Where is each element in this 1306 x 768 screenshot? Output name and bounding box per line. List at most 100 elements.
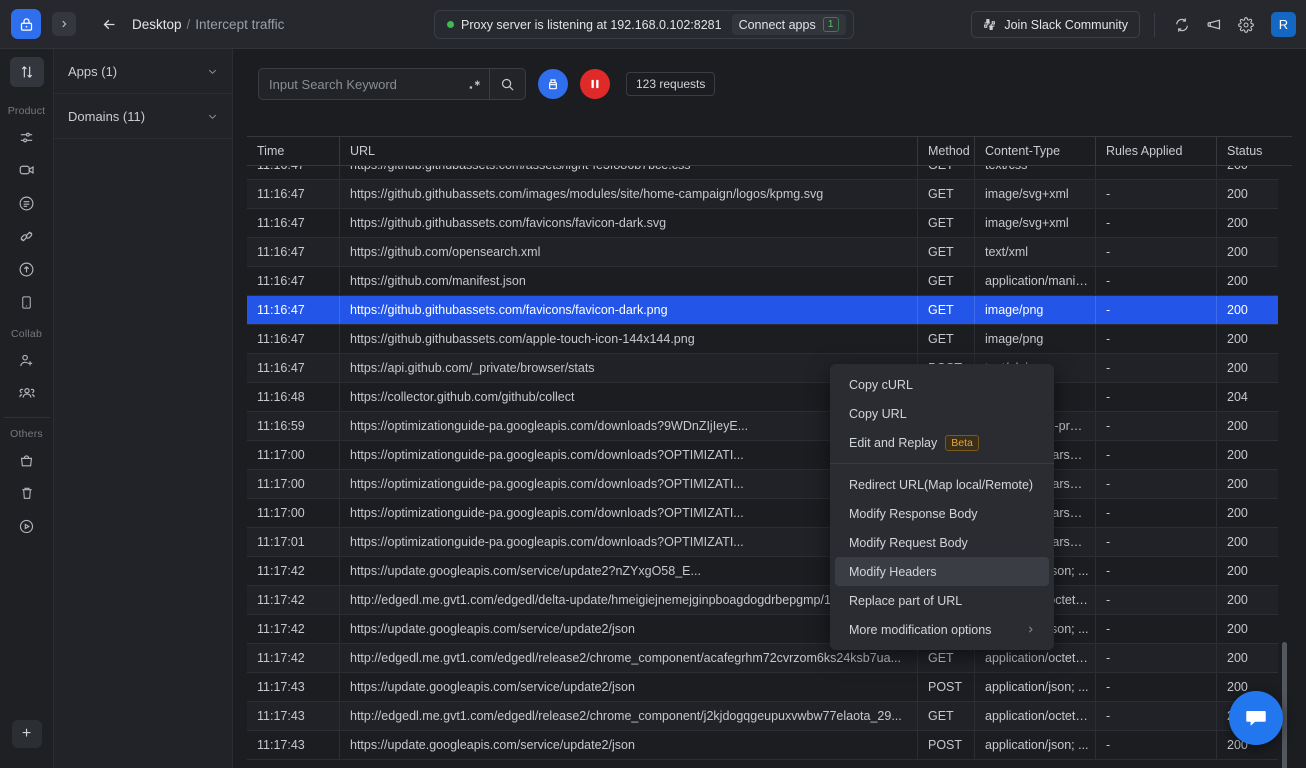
plug-icon[interactable] bbox=[10, 221, 44, 251]
cell-status: 200 bbox=[1217, 412, 1278, 440]
cell-method: GET bbox=[918, 238, 975, 266]
search-box[interactable] bbox=[258, 68, 526, 100]
menu-item-modify-headers[interactable]: Modify Headers bbox=[835, 557, 1049, 586]
cell-content-type: image/png bbox=[975, 296, 1096, 324]
chevron-down-icon[interactable] bbox=[207, 66, 218, 77]
table-row[interactable]: 11:17:43https://update.googleapis.com/se… bbox=[247, 673, 1278, 702]
table-row[interactable]: 11:17:00https://optimizationguide-pa.goo… bbox=[247, 499, 1278, 528]
cell-method: GET bbox=[918, 180, 975, 208]
play-circle-icon[interactable] bbox=[10, 511, 44, 541]
bag-icon[interactable] bbox=[10, 445, 44, 475]
table-row[interactable]: 11:16:47https://api.github.com/_private/… bbox=[247, 354, 1278, 383]
table-row[interactable]: 11:17:42http://edgedl.me.gvt1.com/edgedl… bbox=[247, 586, 1278, 615]
gear-icon[interactable] bbox=[1233, 12, 1259, 38]
table-row[interactable]: 11:16:47https://github.com/manifest.json… bbox=[247, 267, 1278, 296]
arrow-left-icon[interactable] bbox=[98, 13, 120, 35]
table-row[interactable]: 11:16:48https://collector.github.com/git… bbox=[247, 383, 1278, 412]
column-header-url[interactable]: URL bbox=[340, 137, 918, 165]
rail-group-label-collab: Collab bbox=[0, 328, 53, 340]
table-row[interactable]: 11:16:47https://github.com/opensearch.xm… bbox=[247, 238, 1278, 267]
add-button[interactable]: + bbox=[12, 720, 42, 748]
filter-panel: Apps (1) Domains (11) bbox=[54, 49, 233, 768]
table-row[interactable]: 11:16:59https://optimizationguide-pa.goo… bbox=[247, 412, 1278, 441]
users-group-icon[interactable] bbox=[10, 378, 44, 408]
search-input[interactable] bbox=[259, 77, 465, 92]
connect-apps-button[interactable]: Connect apps 1 bbox=[732, 14, 846, 35]
chevron-right-icon[interactable] bbox=[52, 12, 76, 36]
trash-icon[interactable] bbox=[10, 478, 44, 508]
cell-rules-applied: - bbox=[1096, 209, 1217, 237]
filter-apps[interactable]: Apps (1) bbox=[54, 49, 232, 94]
menu-item-copy-url[interactable]: Copy URL bbox=[835, 399, 1049, 428]
table-row[interactable]: 11:17:43https://update.googleapis.com/se… bbox=[247, 731, 1278, 760]
table-row[interactable]: 11:16:47https://github.githubassets.com/… bbox=[247, 209, 1278, 238]
chevron-down-icon[interactable] bbox=[207, 111, 218, 122]
table-row[interactable]: 11:17:42https://update.googleapis.com/se… bbox=[247, 557, 1278, 586]
rail-divider bbox=[4, 417, 50, 418]
search-icon[interactable] bbox=[489, 69, 525, 99]
menu-item-edit-and-replay[interactable]: Edit and ReplayBeta bbox=[835, 428, 1049, 457]
table-row[interactable]: 11:17:00https://optimizationguide-pa.goo… bbox=[247, 470, 1278, 499]
cell-time: 11:17:42 bbox=[247, 586, 340, 614]
cell-rules-applied: - bbox=[1096, 644, 1217, 672]
upload-circle-icon[interactable] bbox=[10, 254, 44, 284]
lock-icon[interactable] bbox=[11, 9, 41, 39]
table-row[interactable]: 11:16:47https://github.githubassets.com/… bbox=[247, 166, 1278, 180]
join-slack-community-button[interactable]: Join Slack Community bbox=[971, 11, 1140, 38]
cell-time: 11:16:47 bbox=[247, 354, 340, 382]
column-header-time[interactable]: Time bbox=[247, 137, 340, 165]
cell-content-type: application/manif... bbox=[975, 267, 1096, 295]
menu-item-modify-response-body[interactable]: Modify Response Body bbox=[835, 499, 1049, 528]
requests-table: Time URL Method Content-Type Rules Appli… bbox=[247, 136, 1292, 768]
table-row[interactable]: 11:17:42https://update.googleapis.com/se… bbox=[247, 615, 1278, 644]
cell-rules-applied: - bbox=[1096, 702, 1217, 730]
rail-group-label-product: Product bbox=[0, 105, 53, 117]
menu-item-label: Copy cURL bbox=[849, 378, 913, 392]
menu-item-copy-curl[interactable]: Copy cURL bbox=[835, 370, 1049, 399]
breadcrumb-current: Intercept traffic bbox=[195, 17, 284, 32]
cell-url: https://github.githubassets.com/favicons… bbox=[340, 209, 918, 237]
table-row[interactable]: 11:16:47https://github.githubassets.com/… bbox=[247, 180, 1278, 209]
cell-rules-applied: - bbox=[1096, 615, 1217, 643]
cell-time: 11:17:00 bbox=[247, 470, 340, 498]
megaphone-icon[interactable] bbox=[1201, 12, 1227, 38]
menu-item-replace-part-of-url[interactable]: Replace part of URL bbox=[835, 586, 1049, 615]
menu-item-label: Copy URL bbox=[849, 407, 907, 421]
cell-status: 200 bbox=[1217, 180, 1278, 208]
menu-item-more-options[interactable]: More modification options bbox=[835, 615, 1049, 644]
mobile-icon[interactable] bbox=[10, 287, 44, 317]
sync-icon[interactable] bbox=[1169, 12, 1195, 38]
column-header-content-type[interactable]: Content-Type bbox=[975, 137, 1096, 165]
table-row[interactable]: 11:17:00https://optimizationguide-pa.goo… bbox=[247, 441, 1278, 470]
cell-status: 200 bbox=[1217, 528, 1278, 556]
clear-requests-button[interactable] bbox=[538, 69, 568, 99]
regex-icon[interactable] bbox=[465, 77, 489, 91]
cell-rules-applied: - bbox=[1096, 267, 1217, 295]
column-header-method[interactable]: Method bbox=[918, 137, 975, 165]
cell-url: https://github.githubassets.com/apple-to… bbox=[340, 325, 918, 353]
table-row[interactable]: 11:16:47https://github.githubassets.com/… bbox=[247, 296, 1278, 325]
transfer-arrows-icon[interactable] bbox=[10, 57, 44, 87]
cell-url: http://edgedl.me.gvt1.com/edgedl/release… bbox=[340, 702, 918, 730]
column-header-status[interactable]: Status bbox=[1217, 137, 1278, 165]
document-icon[interactable] bbox=[10, 188, 44, 218]
chat-bubble-icon[interactable] bbox=[1229, 691, 1283, 745]
cell-status: 200 bbox=[1217, 499, 1278, 527]
proxy-status: Proxy server is listening at 192.168.0.1… bbox=[447, 18, 722, 32]
column-header-rules-applied[interactable]: Rules Applied bbox=[1096, 137, 1217, 165]
menu-item-modify-request-body[interactable]: Modify Request Body bbox=[835, 528, 1049, 557]
table-row[interactable]: 11:17:01https://optimizationguide-pa.goo… bbox=[247, 528, 1278, 557]
vertical-scrollbar[interactable] bbox=[1282, 642, 1287, 768]
pause-capture-button[interactable] bbox=[580, 69, 610, 99]
table-row[interactable]: 11:16:47https://github.githubassets.com/… bbox=[247, 325, 1278, 354]
breadcrumb-root[interactable]: Desktop bbox=[132, 17, 182, 32]
avatar[interactable]: R bbox=[1271, 12, 1296, 37]
add-user-icon[interactable] bbox=[10, 345, 44, 375]
filter-domains[interactable]: Domains (11) bbox=[54, 94, 232, 139]
sliders-icon[interactable] bbox=[10, 122, 44, 152]
cell-status: 204 bbox=[1217, 383, 1278, 411]
table-row[interactable]: 11:17:43http://edgedl.me.gvt1.com/edgedl… bbox=[247, 702, 1278, 731]
video-icon[interactable] bbox=[10, 155, 44, 185]
table-row[interactable]: 11:17:42http://edgedl.me.gvt1.com/edgedl… bbox=[247, 644, 1278, 673]
menu-item-redirect-url[interactable]: Redirect URL(Map local/Remote) bbox=[835, 470, 1049, 499]
